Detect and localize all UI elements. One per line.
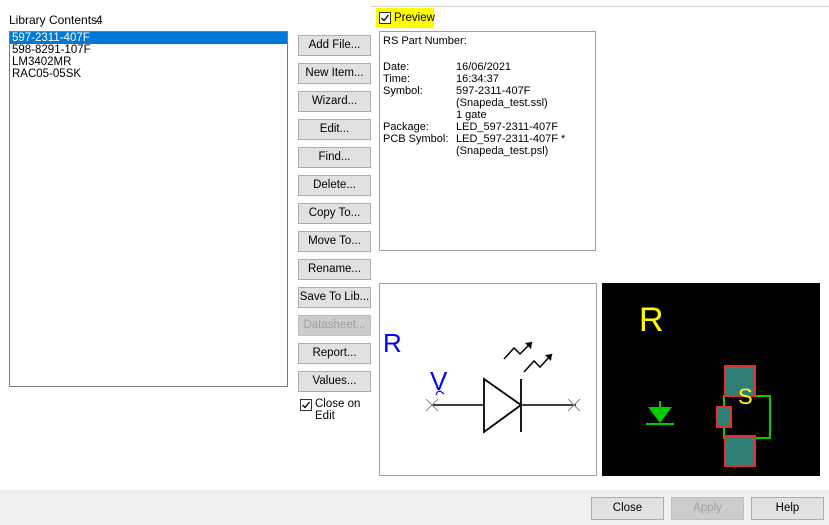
package-value: LED_597-2311-407F (456, 121, 558, 133)
pcb-silk-label: S (738, 384, 753, 409)
date-value: 16/06/2021 (456, 61, 512, 73)
checkmark-icon (381, 14, 390, 22)
symbol-label: Symbol: (383, 85, 423, 97)
checkmark-icon (302, 401, 311, 409)
library-contents-count: 4 (96, 13, 103, 27)
values-button[interactable]: Values... (298, 371, 371, 392)
datasheet-button[interactable]: Datasheet... (298, 315, 371, 336)
add-file-button[interactable]: Add File... (298, 35, 371, 56)
symbol-value: 597-2311-407F (456, 85, 531, 97)
move-to-button[interactable]: Move To... (298, 231, 371, 252)
find-button[interactable]: Find... (298, 147, 371, 168)
rename-button[interactable]: Rename... (298, 259, 371, 280)
pcb-symbol-label: PCB Symbol: (383, 133, 449, 145)
save-to-lib-button[interactable]: Save To Lib... (298, 287, 371, 308)
library-contents-label: Library Contents: (9, 13, 101, 27)
symbol-gates: 1 gate (456, 109, 487, 121)
pcb-symbol-value: LED_597-2311-407F * (456, 133, 566, 145)
list-item[interactable]: 598-8291-107F (10, 44, 287, 56)
new-item-button[interactable]: New Item... (298, 63, 371, 84)
close-button[interactable]: Close (591, 497, 664, 520)
pcb-preview: R S (602, 283, 820, 476)
symbol-file: (Snapeda_test.ssl) (456, 97, 548, 109)
time-value: 16:34:37 (456, 73, 499, 85)
rs-part-number-label: RS Part Number: (383, 35, 467, 47)
copy-to-button[interactable]: Copy To... (298, 203, 371, 224)
package-label: Package: (383, 121, 429, 133)
time-label: Time: (383, 73, 411, 85)
close-on-edit-label: Close on Edit (315, 398, 361, 422)
list-item[interactable]: 597-2311-407F (10, 32, 287, 44)
led-symbol-graphic (425, 341, 581, 434)
report-button[interactable]: Report... (298, 343, 371, 364)
top-divider (370, 6, 829, 7)
wizard-button[interactable]: Wizard... (298, 91, 371, 112)
pcb-symbol-file: (Snapeda_test.psl) (456, 145, 549, 157)
help-button[interactable]: Help (751, 497, 824, 520)
library-list[interactable]: 597-2311-407F 598-8291-107F LM3402MR RAC… (9, 31, 288, 387)
apply-button[interactable]: Apply (671, 497, 744, 520)
edit-button[interactable]: Edit... (298, 119, 371, 140)
date-label: Date: (383, 61, 410, 73)
preview-checkbox[interactable] (379, 12, 391, 24)
preview-label: Preview (394, 12, 435, 24)
symbol-preview: R V (379, 283, 597, 476)
list-item[interactable]: LM3402MR (10, 56, 287, 68)
delete-button[interactable]: Delete... (298, 175, 371, 196)
part-info-panel: RS Part Number: Date: 16/06/2021 Time: 1… (379, 31, 596, 251)
close-on-edit-checkbox[interactable] (300, 399, 312, 411)
list-item[interactable]: RAC05-05SK (10, 68, 287, 80)
pcb-footprint-graphic (646, 365, 771, 467)
